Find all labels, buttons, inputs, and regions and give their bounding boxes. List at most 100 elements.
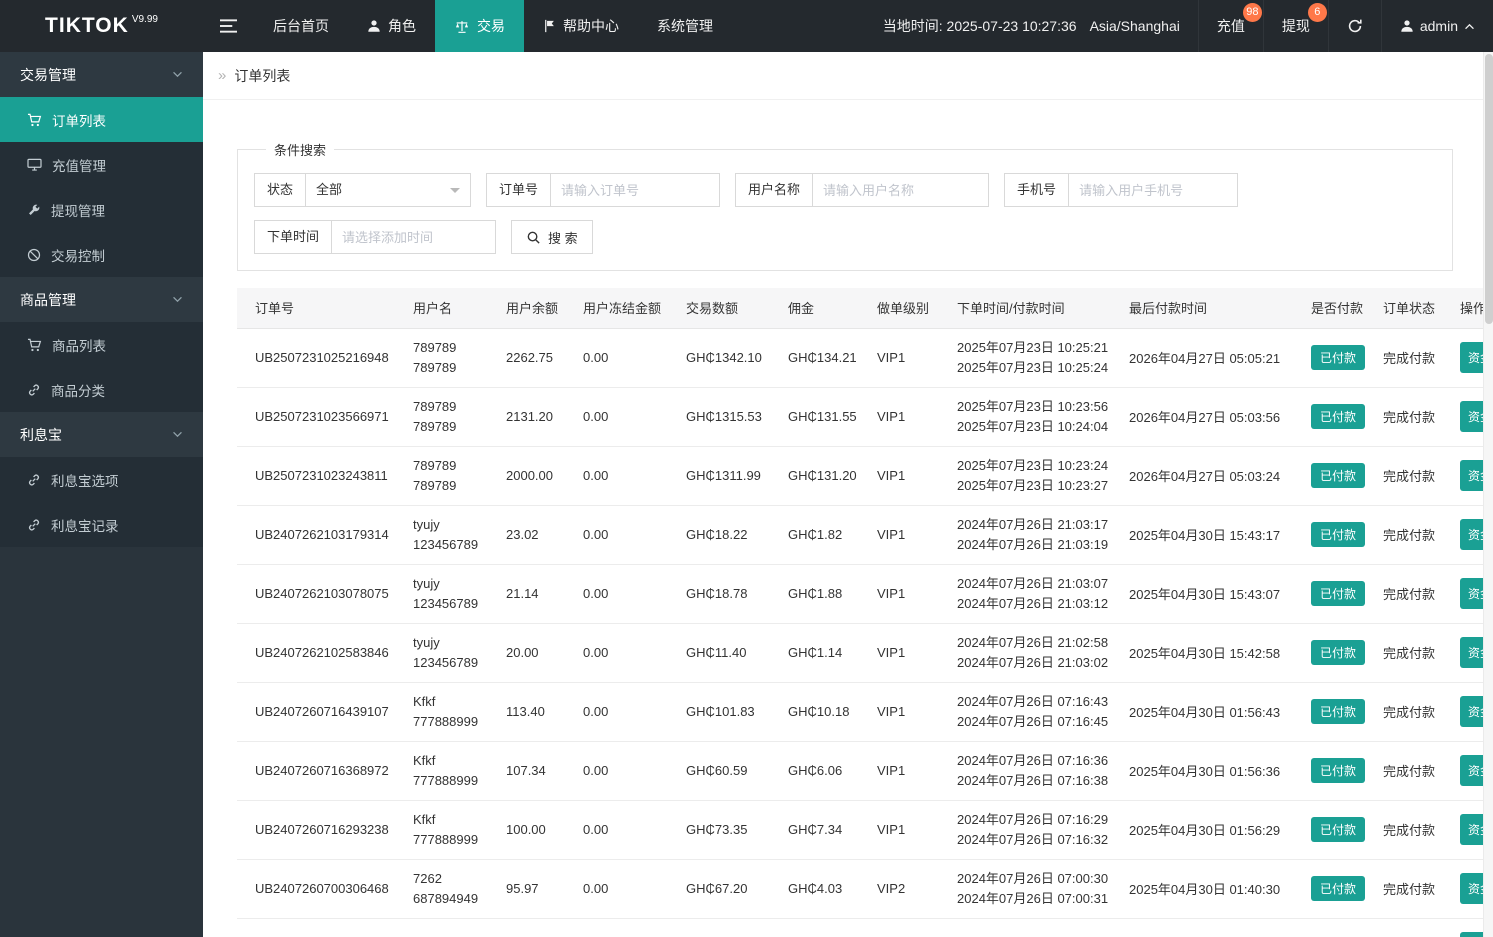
menu-toggle-button[interactable] (203, 0, 254, 52)
nav-help[interactable]: 帮助中心 (524, 0, 638, 52)
sidebar-group-interest[interactable]: 利息宝 (0, 412, 203, 457)
phone-input[interactable] (1068, 173, 1239, 207)
paid-badge: 已付款 (1311, 699, 1365, 724)
sidebar-item-label: 商品分类 (51, 383, 105, 399)
order-no-cell (237, 918, 395, 937)
nav-system[interactable]: 系统管理 (638, 0, 732, 52)
table-row: UB2407260700306468 7262 687894949 95.97 0… (237, 859, 1490, 919)
sidebar-item-withdraw-mgmt[interactable]: 提现管理 (0, 187, 203, 232)
username-input[interactable] (812, 173, 990, 207)
order-time-cell: 2024年07月26日 21:03:17 2024年07月26日 21:03:19 (939, 505, 1111, 565)
sidebar-item-label: 充值管理 (52, 158, 106, 174)
chevron-down-icon (172, 296, 183, 303)
frozen-cell: 0.00 (565, 741, 668, 801)
amount-cell: GH₵18.78 (668, 564, 770, 624)
last-pay-time-cell (1111, 918, 1293, 937)
nav-home[interactable]: 后台首页 (254, 0, 348, 52)
status-select[interactable]: 全部 (305, 173, 472, 207)
chevron-down-icon (172, 71, 183, 78)
local-time: 当地时间: 2025-07-23 10:27:36 Asia/Shanghai (865, 0, 1198, 52)
order-time-cell: 2024年07月26日 07:00:30 2024年07月26日 07:00:31 (939, 859, 1111, 919)
sidebar-item-label: 利息宝选项 (51, 473, 119, 489)
username-cell: 789789 789789 (395, 387, 488, 447)
commission-cell: GH₵131.55 (770, 387, 859, 447)
commission-cell: GH₵1.14 (770, 623, 859, 683)
paid-badge: 已付款 (1311, 522, 1365, 547)
frozen-cell: 0.00 (565, 505, 668, 565)
col-paid: 是否付款 (1293, 288, 1365, 329)
paid-badge: 已付款 (1311, 463, 1365, 488)
sidebar-item-trade-control[interactable]: 交易控制 (0, 232, 203, 277)
sidebar-item-product-category[interactable]: 商品分类 (0, 367, 203, 412)
order-no-input[interactable] (550, 173, 721, 207)
username-cell: tyujy 123456789 (395, 505, 488, 565)
scrollbar-thumb[interactable] (1485, 54, 1493, 324)
recharge-button[interactable]: 充值 98 (1197, 0, 1263, 52)
order-no-filter: 订单号 (486, 173, 721, 207)
breadcrumb: » 订单列表 (203, 52, 1493, 100)
status-label: 状态 (254, 173, 307, 207)
amount-cell: GH₵11.40 (668, 623, 770, 683)
order-time-input[interactable] (331, 220, 497, 254)
ban-icon (27, 248, 41, 262)
wrench-icon (27, 203, 41, 217)
recharge-label: 充值 (1216, 18, 1245, 34)
angle-double-right-icon: » (218, 67, 227, 84)
status-cell: 完成付款 (1365, 387, 1442, 447)
order-no-cell: UB2507231023566971 (237, 387, 395, 447)
commission-cell: GH₵7.34 (770, 800, 859, 860)
sidebar-group-product[interactable]: 商品管理 (0, 277, 203, 322)
username-cell: tyujy 123456789 (395, 623, 488, 683)
level-cell: VIP1 (859, 682, 939, 742)
user-menu[interactable]: admin (1380, 0, 1493, 52)
scales-icon (454, 19, 470, 34)
col-order-no: 订单号 (237, 288, 395, 329)
refresh-button[interactable] (1327, 0, 1381, 52)
status-cell: 完成付款 (1365, 564, 1442, 624)
nav-trade[interactable]: 交易 (435, 0, 524, 52)
search-panel-title: 条件搜索 (274, 143, 327, 158)
sidebar-item-recharge-mgmt[interactable]: 充值管理 (0, 142, 203, 187)
table-row: UB2407262102583846 tyujy 123456789 20.00 … (237, 623, 1490, 683)
level-cell: VIP2 (859, 859, 939, 919)
username-cell: 789789 789789 (395, 328, 488, 388)
balance-cell: 113.40 (488, 682, 565, 742)
refresh-icon (1347, 18, 1363, 34)
sidebar-group-trade-label: 交易管理 (20, 66, 76, 83)
sidebar-item-interest-records[interactable]: 利息宝记录 (0, 502, 203, 547)
sidebar-group-trade[interactable]: 交易管理 (0, 52, 203, 97)
table-row: UB2507231023243811 789789 789789 2000.00 … (237, 446, 1490, 506)
order-time-cell: 2025年07月23日 10:23:24 2025年07月23日 10:23:27 (939, 446, 1111, 506)
amount-cell: GH₵1315.53 (668, 387, 770, 447)
username-cell: Kfkf 777888999 (395, 800, 488, 860)
nav-home-label: 后台首页 (273, 18, 329, 34)
username-cell: tyujy 123456789 (395, 564, 488, 624)
status-cell: 完成付款 (1365, 623, 1442, 683)
balance-cell: 107.34 (488, 741, 565, 801)
paid-cell: 已付款 (1293, 387, 1365, 447)
paid-badge: 已付款 (1311, 581, 1365, 606)
user-icon (367, 19, 381, 33)
sidebar-item-order-list[interactable]: 订单列表 (0, 97, 203, 142)
paid-cell: 已付款 (1293, 564, 1365, 624)
sidebar-item-product-list[interactable]: 商品列表 (0, 322, 203, 367)
last-pay-time-cell: 2025年04月30日 01:56:29 (1111, 800, 1293, 860)
last-pay-time-cell: 2025年04月30日 15:42:58 (1111, 623, 1293, 683)
last-pay-time-cell: 2025年04月30日 15:43:07 (1111, 564, 1293, 624)
nav-role[interactable]: 角色 (348, 0, 435, 52)
paid-cell: 已付款 (1293, 505, 1365, 565)
search-button[interactable]: 搜 索 (511, 220, 593, 254)
order-no-cell: UB2407260716368972 (237, 741, 395, 801)
level-cell: VIP1 (859, 741, 939, 801)
app-logo: TIKTOK V9.99 (0, 0, 203, 52)
withdraw-button[interactable]: 提现 6 (1262, 0, 1328, 52)
status-cell: 完成付款 (1365, 859, 1442, 919)
sidebar-item-interest-options[interactable]: 利息宝选项 (0, 457, 203, 502)
vertical-scrollbar[interactable] (1483, 52, 1493, 937)
user-icon (1400, 19, 1414, 33)
breadcrumb-current: 订单列表 (234, 67, 291, 84)
commission-cell: GH₵134.21 (770, 328, 859, 388)
order-time-filter: 下单时间 (254, 220, 497, 254)
sidebar-item-label: 交易控制 (51, 248, 105, 264)
commission-cell: GH₵1.82 (770, 505, 859, 565)
